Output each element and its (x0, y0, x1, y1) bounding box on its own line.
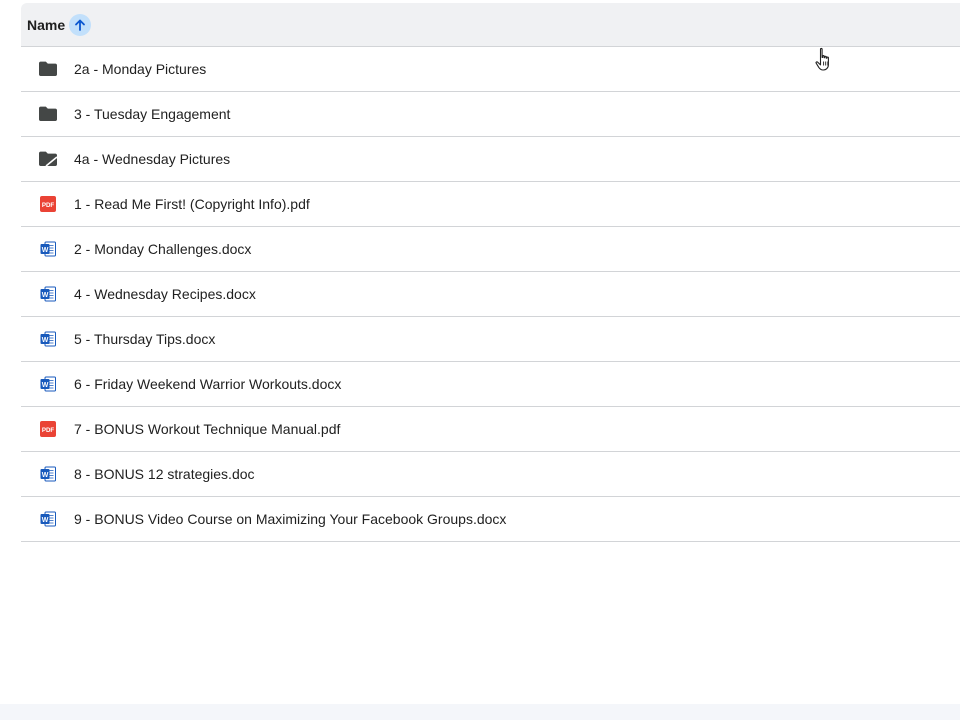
word-doc-icon: W (38, 329, 58, 349)
file-row[interactable]: 3 - Tuesday Engagement (21, 92, 960, 137)
file-name: 9 - BONUS Video Course on Maximizing You… (74, 511, 507, 527)
svg-text:PDF: PDF (42, 202, 55, 209)
file-rows: 2a - Monday Pictures 3 - Tuesday Engageme… (21, 47, 960, 542)
file-row[interactable]: W 8 - BONUS 12 strategies.doc (21, 452, 960, 497)
word-doc-icon: W (38, 464, 58, 484)
file-row[interactable]: W 9 - BONUS Video Course on Maximizing Yo… (21, 497, 960, 542)
word-doc-icon: W (38, 239, 58, 259)
sort-ascending-button[interactable] (69, 13, 92, 36)
list-header: Name (21, 3, 960, 47)
file-name: 1 - Read Me First! (Copyright Info).pdf (74, 196, 310, 212)
file-name: 5 - Thursday Tips.docx (74, 331, 216, 347)
name-column-header[interactable]: Name (27, 17, 65, 33)
file-row[interactable]: W 5 - Thursday Tips.docx (21, 317, 960, 362)
svg-text:W: W (42, 337, 49, 344)
hand-pointer-icon (815, 47, 829, 71)
pdf-icon: PDF (38, 194, 58, 214)
file-name: 8 - BONUS 12 strategies.doc (74, 466, 255, 482)
file-name: 3 - Tuesday Engagement (74, 106, 231, 122)
word-doc-icon: W (38, 374, 58, 394)
pdf-icon: PDF (38, 419, 58, 439)
file-name: 7 - BONUS Workout Technique Manual.pdf (74, 421, 341, 437)
footer-strip (0, 704, 960, 720)
file-row[interactable]: W 6 - Friday Weekend Warrior Workouts.doc… (21, 362, 960, 407)
file-row[interactable]: PDF 1 - Read Me First! (Copyright Info).p… (21, 182, 960, 227)
folder-icon (38, 59, 58, 79)
file-row[interactable]: W 2 - Monday Challenges.docx (21, 227, 960, 272)
word-doc-icon: W (38, 509, 58, 529)
file-row[interactable]: PDF 7 - BONUS Workout Technique Manual.pd… (21, 407, 960, 452)
file-name: 6 - Friday Weekend Warrior Workouts.docx (74, 376, 342, 392)
arrow-up-icon (75, 19, 86, 31)
svg-text:W: W (42, 382, 49, 389)
file-name: 2 - Monday Challenges.docx (74, 241, 252, 257)
word-doc-icon: W (38, 284, 58, 304)
file-name: 2a - Monday Pictures (74, 61, 207, 77)
shared-folder-icon (38, 149, 58, 169)
svg-text:W: W (42, 247, 49, 254)
svg-text:PDF: PDF (42, 427, 55, 434)
file-name: 4a - Wednesday Pictures (74, 151, 231, 167)
svg-text:W: W (42, 292, 49, 299)
svg-text:W: W (42, 517, 49, 524)
folder-icon (38, 104, 58, 124)
file-list: Name 2a - Monday Pictures 3 - Tuesday Eng… (21, 3, 960, 542)
file-row[interactable]: W 4 - Wednesday Recipes.docx (21, 272, 960, 317)
svg-text:W: W (42, 472, 49, 479)
file-row[interactable]: 4a - Wednesday Pictures (21, 137, 960, 182)
file-name: 4 - Wednesday Recipes.docx (74, 286, 256, 302)
